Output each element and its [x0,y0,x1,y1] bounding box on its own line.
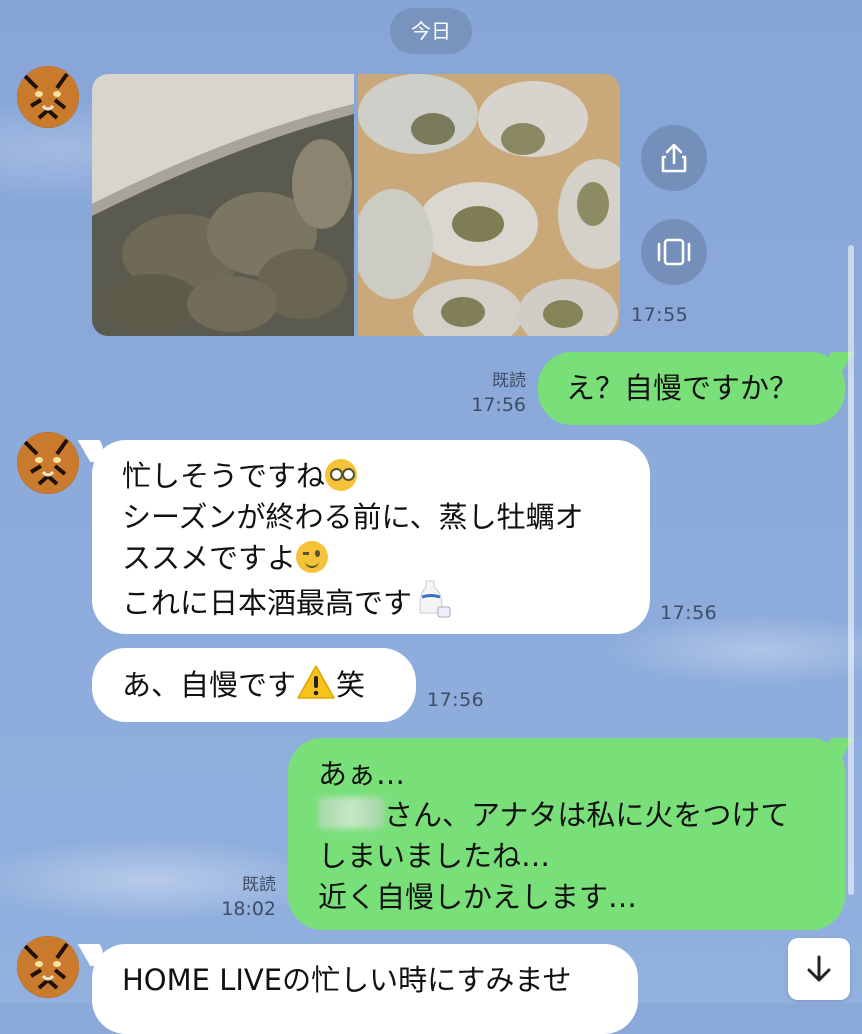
message-text: あぁ… [318,757,406,791]
message-text: これに日本酒最高です [122,586,413,620]
share-button[interactable] [641,125,707,191]
message-bubble-incoming[interactable]: あ、自慢です 笑 [92,648,416,722]
read-label: 既読 [242,875,276,895]
message-bubble-outgoing[interactable]: え？自慢ですか？ [538,352,845,425]
sake-emoji [412,579,452,630]
message-bubble-incoming[interactable]: 忙しそうですね シーズンが終わる前に、蒸し牡蠣オ ススメですよ これに日本酒最高… [92,440,650,634]
photo-cooked-oysters[interactable] [358,74,620,336]
message-line: さん、アナタは私に火をつけて [318,795,815,836]
read-receipt: 既読 17:56 [456,369,526,417]
message-text: しまいましたね… [318,839,551,873]
scroll-to-bottom-button[interactable] [788,938,850,1000]
read-receipt: 既読 18:02 [206,873,276,921]
read-label: 既読 [492,371,526,391]
message-bubble-outgoing[interactable]: あぁ… さん、アナタは私に火をつけて しまいましたね… 近く自慢しかえします… [288,738,845,930]
avatar[interactable] [17,432,79,494]
carousel-icon [657,238,691,266]
message-time: 17:55 [631,304,689,326]
message-line: これに日本酒最高です [122,579,620,630]
carousel-button[interactable] [641,219,707,285]
message-text: あ、自慢です [122,668,297,702]
share-icon [661,143,687,173]
warning-emoji [296,664,336,711]
winking-face-emoji [296,541,329,573]
date-divider: 今日 [390,8,472,54]
avatar[interactable] [17,66,79,128]
message-text: の忙しい時にすみませ [282,963,572,997]
message-text: え？自慢ですか？ [566,371,799,405]
message-time: 18:02 [221,898,276,920]
message-time: 17:56 [471,394,526,416]
redacted-name [318,797,384,829]
message-bubble-incoming[interactable]: HOME LIVEの忙しい時にすみませ [92,944,638,1034]
message-time: 17:56 [427,689,485,711]
message-line: ススメですよ [122,538,620,579]
arrow-down-icon [807,955,831,982]
scrollbar[interactable] [848,245,854,895]
message-text: 忙しそうですね [122,459,326,493]
message-text: ススメですよ [122,541,297,575]
message-text: シーズンが終わる前に、蒸し牡蠣オ [122,500,584,534]
avatar[interactable] [17,936,79,998]
message-time: 17:56 [660,602,718,624]
message-text: 近く自慢しかえします… [318,880,638,914]
message-text: 笑 [336,668,366,702]
message-line: 忙しそうですね [122,456,620,497]
message-text: HOME LIVE [122,963,283,997]
flushed-face-emoji [325,459,358,491]
photo-steamer-oysters[interactable] [92,74,354,336]
message-text: さん、アナタは私に火をつけて [384,798,790,832]
